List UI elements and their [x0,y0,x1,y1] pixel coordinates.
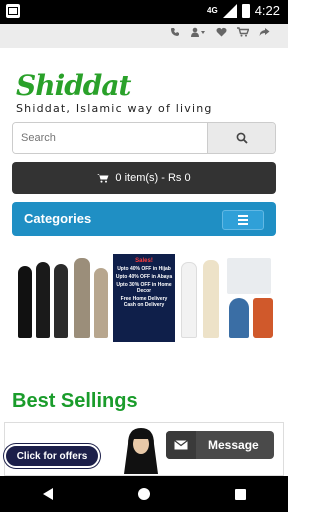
status-bar: 4G 4:22 [0,0,288,24]
phone-icon[interactable] [170,27,180,37]
cart-button[interactable]: 0 item(s) - Rs 0 [12,162,276,194]
click-for-offers-button[interactable]: Click for offers [4,444,100,468]
banner-abaya-models [12,254,113,342]
back-icon[interactable] [42,488,53,500]
top-icons [170,27,270,37]
battery-icon [241,3,250,18]
signal-icon [222,3,237,18]
banner-line: Sales! [135,258,153,264]
model-figure [54,264,68,338]
search-input[interactable] [13,123,207,153]
promo-banner[interactable]: Sales! Upto 40% OFF in Hijab Upto 40% OF… [12,254,276,342]
tagline: Shiddat, Islamic way of living [16,102,213,115]
menu-toggle-button[interactable] [222,210,264,230]
banner-offer-panel: Sales! Upto 40% OFF in Hijab Upto 40% OF… [113,254,175,342]
banner-line: Free Home Delivery Cash on Delivery [120,296,168,308]
section-title: Best Sellings [12,390,138,412]
cart-icon[interactable] [237,27,249,37]
brand-header: Shiddat Shiddat, Islamic way of living [16,72,276,116]
android-nav-bar [0,476,288,512]
hamburger-bar [238,219,248,221]
mail-notification-icon [6,4,20,18]
model-figure [74,258,90,338]
cart-icon [97,174,109,183]
banner-line: Upto 30% OFF in Home Decor [116,282,172,294]
message-button[interactable]: Message [166,431,274,459]
message-label: Message [208,438,259,452]
categories-bar[interactable]: Categories [12,202,276,236]
model-figure [36,262,50,338]
support-avatar [124,428,158,474]
hamburger-bar [238,223,248,225]
hijab-figure [252,298,273,338]
user-icon[interactable] [190,27,206,37]
banner-kurta-decor [175,254,276,342]
cart-summary: 0 item(s) - Rs 0 [115,172,191,184]
home-icon[interactable] [137,488,150,500]
model-figure [202,260,219,338]
clock: 4:22 [254,3,280,18]
recents-icon[interactable] [234,488,246,500]
model-figure [180,262,197,338]
search-button[interactable] [207,123,275,153]
banner-line: Upto 40% OFF in Hijab [117,266,171,272]
model-figure [94,268,108,338]
categories-label: Categories [24,211,92,226]
hamburger-icon [238,215,248,217]
search-icon [236,132,248,144]
decor-art [226,258,271,294]
logo[interactable]: Shiddat [16,72,276,100]
envelope-icon [166,431,196,459]
banner-line: Upto 40% OFF in Abaya [115,274,173,280]
model-figure [18,266,32,338]
search-bar [12,122,276,154]
top-bar [0,24,288,48]
heart-icon[interactable] [216,27,227,37]
network-type: 4G [207,6,218,15]
status-right: 4G 4:22 [207,3,280,18]
hijab-figure [228,298,249,338]
share-icon[interactable] [259,27,270,37]
